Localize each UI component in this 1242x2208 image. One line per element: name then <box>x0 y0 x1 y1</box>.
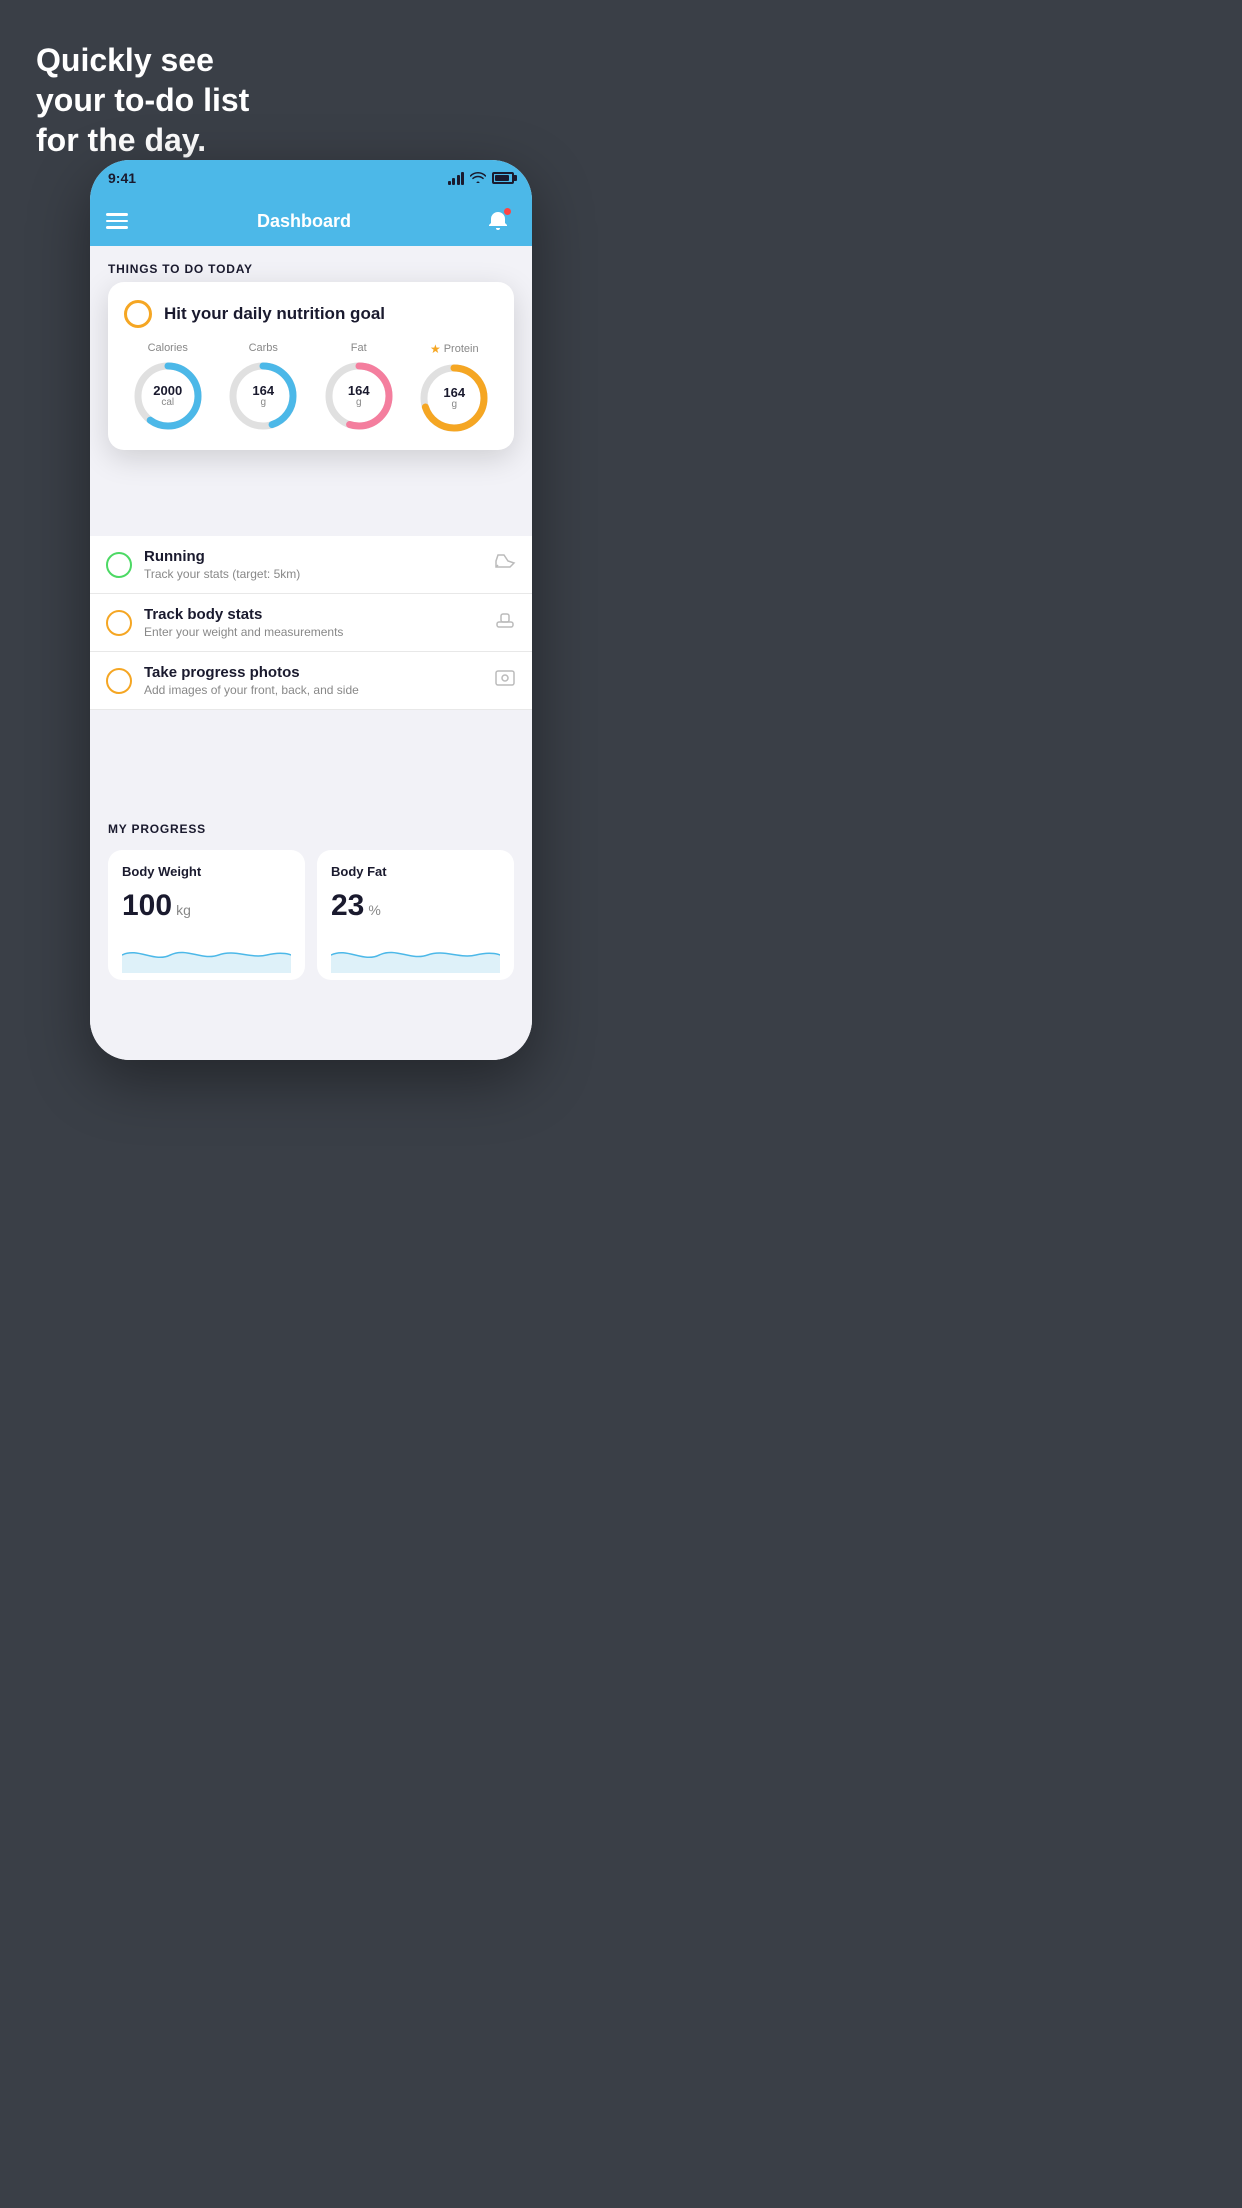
nav-title: Dashboard <box>257 211 351 232</box>
nutrition-item: Fat 164 g <box>323 342 395 432</box>
headline-line2: your to-do list <box>36 82 249 118</box>
wave-chart <box>331 937 500 973</box>
progress-card[interactable]: Body Fat 23 % <box>317 850 514 980</box>
nutrition-label: Carbs <box>249 342 278 354</box>
progress-cards: Body Weight 100 kg Body Fat 23 % <box>108 850 514 980</box>
todo-item[interactable]: Running Track your stats (target: 5km) <box>90 536 532 594</box>
things-today-title: THINGS TO DO TODAY <box>108 262 253 276</box>
todo-subtitle: Add images of your front, back, and side <box>144 683 482 697</box>
notification-dot <box>503 207 512 216</box>
donut-unit: cal <box>161 398 174 408</box>
todo-name: Track body stats <box>144 606 482 623</box>
nutrition-item: Carbs 164 g <box>227 342 299 432</box>
donut-unit: g <box>260 398 266 408</box>
progress-card-title: Body Fat <box>331 864 500 879</box>
hamburger-menu[interactable] <box>106 213 128 229</box>
progress-value-row: 23 % <box>331 889 500 923</box>
todo-list: Running Track your stats (target: 5km) T… <box>90 536 532 710</box>
progress-section: MY PROGRESS Body Weight 100 kg Body Fat … <box>90 806 532 980</box>
donut-unit: g <box>356 398 362 408</box>
progress-card-title: Body Weight <box>122 864 291 879</box>
nutrition-card: Hit your daily nutrition goal Calories 2… <box>108 282 514 450</box>
todo-subtitle: Enter your weight and measurements <box>144 625 482 639</box>
progress-unit: kg <box>176 902 191 918</box>
nutrition-label: Fat <box>351 342 367 354</box>
progress-value: 100 <box>122 889 172 923</box>
things-today-header: THINGS TO DO TODAY <box>90 246 532 286</box>
donut-value: 164 <box>252 384 274 398</box>
phone-frame: 9:41 Dashboard <box>90 160 532 1060</box>
todo-checkbox[interactable] <box>106 552 132 578</box>
donut-center: 2000 cal <box>132 360 204 432</box>
status-icons <box>448 171 515 186</box>
donut-value: 2000 <box>153 384 182 398</box>
phone-content: THINGS TO DO TODAY Hit your daily nutrit… <box>90 246 532 1060</box>
nutrition-label: Calories <box>148 342 188 354</box>
todo-text: Take progress photos Add images of your … <box>144 664 482 697</box>
progress-value-row: 100 kg <box>122 889 291 923</box>
nutrition-card-title-row: Hit your daily nutrition goal <box>124 300 498 328</box>
wifi-icon <box>470 171 486 186</box>
progress-unit: % <box>368 902 380 918</box>
donut-center: 164 g <box>418 362 490 434</box>
todo-icon <box>494 610 516 636</box>
headline-line3: for the day. <box>36 122 206 158</box>
donut-chart: 164 g <box>323 360 395 432</box>
battery-icon <box>492 172 514 184</box>
donut-value: 164 <box>348 384 370 398</box>
todo-checkbox[interactable] <box>106 668 132 694</box>
progress-title: MY PROGRESS <box>108 822 514 836</box>
signal-icon <box>448 171 465 185</box>
todo-name: Take progress photos <box>144 664 482 681</box>
status-bar: 9:41 <box>90 160 532 196</box>
donut-chart: 164 g <box>227 360 299 432</box>
headline-line1: Quickly see <box>36 42 214 78</box>
nav-bar: Dashboard <box>90 196 532 246</box>
progress-card[interactable]: Body Weight 100 kg <box>108 850 305 980</box>
donut-center: 164 g <box>227 360 299 432</box>
nutrition-grid: Calories 2000 cal Carbs 164 g Fat <box>124 342 498 434</box>
progress-value: 23 <box>331 889 364 923</box>
todo-checkbox[interactable] <box>106 610 132 636</box>
todo-text: Running Track your stats (target: 5km) <box>144 548 482 581</box>
todo-icon <box>494 553 516 577</box>
donut-center: 164 g <box>323 360 395 432</box>
wave-chart <box>122 937 291 973</box>
todo-text: Track body stats Enter your weight and m… <box>144 606 482 639</box>
nutrition-card-title: Hit your daily nutrition goal <box>164 304 385 324</box>
todo-item[interactable]: Track body stats Enter your weight and m… <box>90 594 532 652</box>
todo-item[interactable]: Take progress photos Add images of your … <box>90 652 532 710</box>
nutrition-item: ★Protein 164 g <box>418 342 490 434</box>
nutrition-item: Calories 2000 cal <box>132 342 204 432</box>
donut-chart: 164 g <box>418 362 490 434</box>
todo-name: Running <box>144 548 482 565</box>
donut-value: 164 <box>443 386 465 400</box>
donut-unit: g <box>451 400 457 410</box>
todo-subtitle: Track your stats (target: 5km) <box>144 567 482 581</box>
nutrition-checkbox[interactable] <box>124 300 152 328</box>
todo-icon <box>494 668 516 694</box>
donut-chart: 2000 cal <box>132 360 204 432</box>
nutrition-label: ★Protein <box>430 342 479 356</box>
status-time: 9:41 <box>108 170 136 186</box>
headline: Quickly see your to-do list for the day. <box>36 40 249 160</box>
notification-button[interactable] <box>480 203 516 239</box>
